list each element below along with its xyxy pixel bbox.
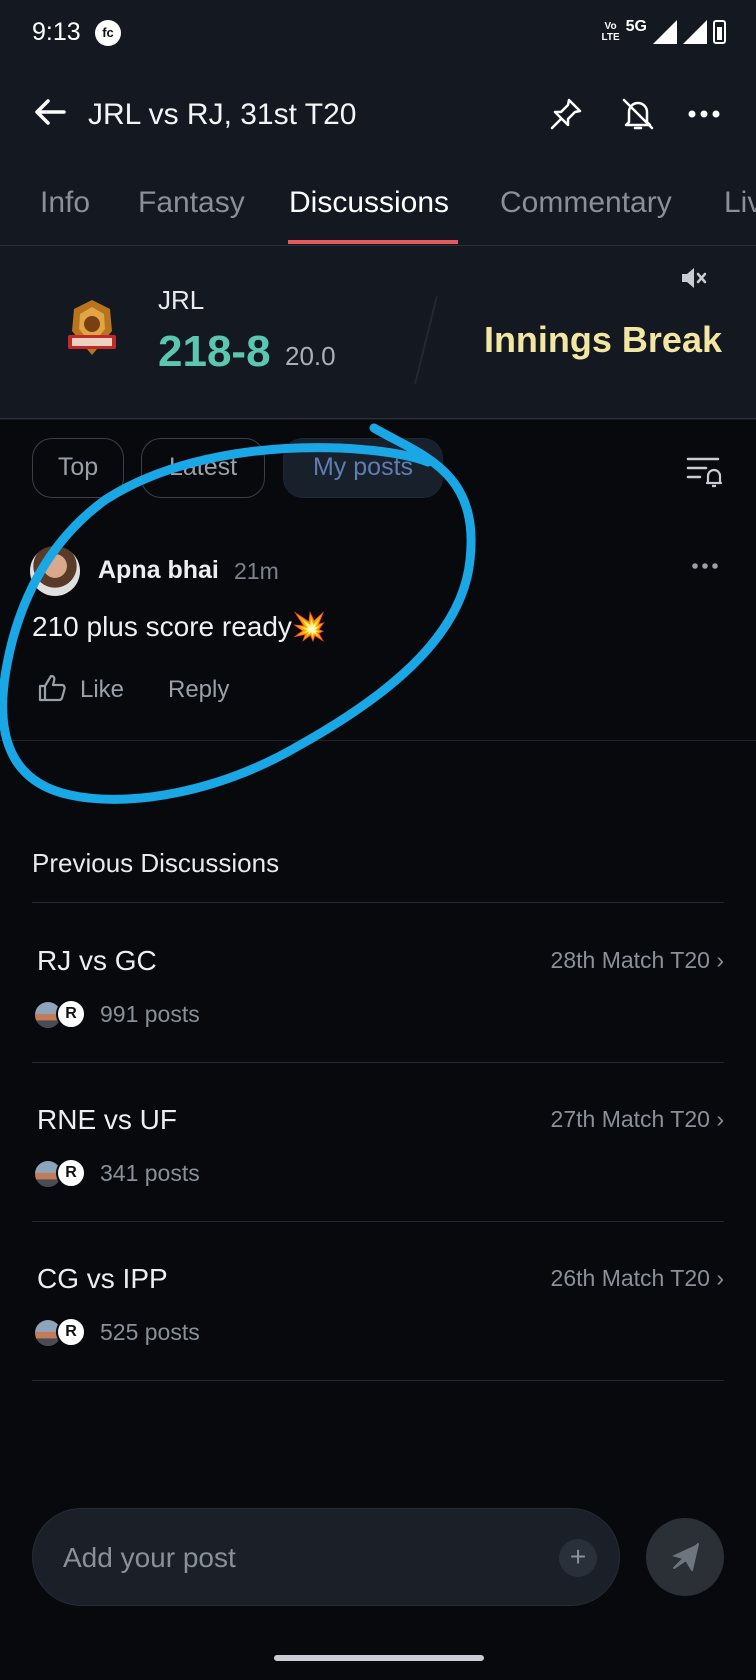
team-score: 218-8 — [158, 327, 271, 376]
back-arrow-icon[interactable] — [30, 92, 70, 132]
post-count: 991 posts — [100, 1001, 200, 1027]
post-author[interactable]: Apna bhai — [98, 556, 219, 585]
tab-fantasy[interactable]: Fantasy — [138, 186, 245, 220]
tab-live[interactable]: Liv — [724, 186, 756, 220]
match-status: Innings Break — [483, 319, 722, 360]
signal-icon — [653, 20, 677, 44]
previous-discussion-item[interactable]: CG vs IPP 26th Match T20 › R 525 posts — [32, 1221, 724, 1379]
post-composer: + — [32, 1508, 620, 1606]
send-button[interactable] — [646, 1518, 724, 1596]
network-type: 5G — [625, 18, 647, 35]
status-indicators: Vo LTE 5G — [601, 18, 726, 46]
score-card[interactable]: JRL 218-8 20.0 Innings Break — [0, 247, 756, 419]
bell-off-icon[interactable] — [618, 94, 658, 134]
participant-avatar-r: R — [56, 1317, 86, 1347]
signal-icon-2 — [683, 20, 707, 44]
participant-avatar-r: R — [56, 999, 86, 1029]
thumbs-up-icon[interactable] — [36, 672, 68, 704]
sort-notification-icon[interactable] — [684, 450, 724, 490]
tab-bar: Info Fantasy Discussions Commentary Liv — [0, 176, 756, 246]
participant-avatar-r: R — [56, 1158, 86, 1188]
post-more-icon[interactable] — [690, 556, 720, 576]
filter-my-posts[interactable]: My posts — [283, 438, 443, 498]
volte-icon: Vo LTE — [601, 21, 620, 43]
previous-discussions-title: Previous Discussions — [32, 848, 280, 878]
post-count: 525 posts — [100, 1319, 200, 1345]
mute-icon[interactable] — [678, 263, 708, 293]
discussion-name: RJ vs GC — [37, 945, 157, 976]
author-avatar[interactable] — [30, 546, 80, 596]
more-options-icon[interactable] — [684, 94, 724, 134]
reply-button[interactable]: Reply — [168, 676, 229, 704]
app-notification-icon: fc — [95, 20, 121, 46]
like-button[interactable]: Like — [80, 676, 124, 704]
divider — [32, 1380, 724, 1381]
previous-discussion-item[interactable]: RNE vs UF 27th Match T20 › R 341 posts — [32, 1062, 724, 1220]
discussion-match: 28th Match T20 › — [550, 947, 724, 973]
post-divider — [0, 740, 756, 741]
add-post-input[interactable] — [63, 1533, 533, 1583]
send-icon — [672, 1543, 699, 1571]
tab-commentary[interactable]: Commentary — [500, 186, 672, 220]
overs: 20.0 — [285, 341, 336, 371]
previous-discussion-item[interactable]: RJ vs GC 28th Match T20 › R 991 posts — [32, 903, 724, 1061]
discussion-match: 26th Match T20 › — [550, 1265, 724, 1291]
discussion-match: 27th Match T20 › — [550, 1106, 724, 1132]
discussion-name: CG vs IPP — [37, 1263, 168, 1294]
page-title: JRL vs RJ, 31st T20 — [88, 98, 357, 131]
team-logo — [68, 300, 116, 355]
active-tab-indicator — [288, 240, 458, 244]
battery-icon — [713, 20, 726, 44]
pin-icon[interactable] — [546, 94, 586, 134]
score-divider — [414, 296, 438, 384]
post-text: 210 plus score ready💥 — [32, 611, 327, 642]
filter-top[interactable]: Top — [32, 438, 124, 498]
batting-team: JRL — [158, 285, 205, 315]
status-time: 9:13 — [32, 18, 81, 46]
home-indicator[interactable] — [274, 1655, 484, 1661]
tab-discussions[interactable]: Discussions — [289, 186, 449, 220]
tab-info[interactable]: Info — [40, 186, 90, 220]
post-count: 341 posts — [100, 1160, 200, 1186]
filter-latest[interactable]: Latest — [141, 438, 265, 498]
add-attachment-button[interactable]: + — [559, 1539, 597, 1577]
status-bar: 9:13 fc Vo LTE 5G — [0, 0, 756, 66]
discussion-name: RNE vs UF — [37, 1104, 177, 1135]
app-header: JRL vs RJ, 31st T20 — [0, 78, 756, 150]
post-time: 21m — [234, 558, 279, 584]
